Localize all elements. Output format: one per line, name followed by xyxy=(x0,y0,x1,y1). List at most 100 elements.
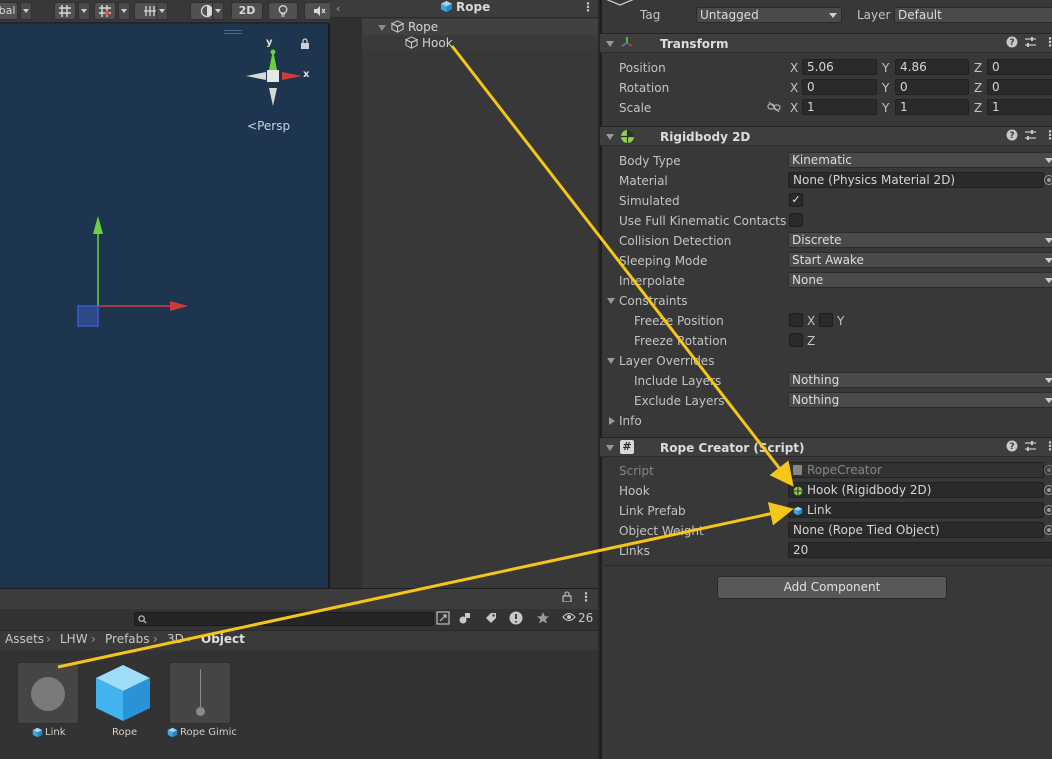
hidden-eye-icon[interactable] xyxy=(562,611,576,626)
fold-down-icon[interactable] xyxy=(606,445,614,451)
help-icon[interactable]: ? xyxy=(1006,129,1018,144)
rotation-y-field[interactable]: 0 xyxy=(895,79,969,95)
object-picker-icon[interactable] xyxy=(1044,485,1052,495)
axis-y-label: Y xyxy=(882,81,890,95)
chevron-down-icon xyxy=(1045,398,1052,403)
position-x-field[interactable]: 5.06 xyxy=(802,59,877,75)
fold-right-icon[interactable] xyxy=(609,417,615,425)
hierarchy-item-hook[interactable] xyxy=(362,35,598,51)
simulated-checkbox[interactable]: ✓ xyxy=(789,193,803,207)
object-picker-icon[interactable] xyxy=(1044,525,1052,535)
freeze-position-label: Freeze Position xyxy=(634,314,724,328)
lock-icon[interactable] xyxy=(562,591,572,605)
gameobject-cube-icon xyxy=(390,20,405,36)
chevron-down-icon[interactable] xyxy=(78,2,90,20)
presets-icon[interactable] xyxy=(1024,440,1037,455)
projection-toggle[interactable]: <Persp xyxy=(247,119,290,133)
asset-link[interactable] xyxy=(17,662,79,724)
chevron-down-icon[interactable] xyxy=(20,2,32,20)
component-menu-icon[interactable]: ⋮ xyxy=(1044,439,1052,453)
interpolate-dropdown[interactable]: None xyxy=(788,272,1052,288)
lighting-toggle[interactable] xyxy=(268,2,298,20)
add-component-button[interactable]: Add Component xyxy=(717,576,947,599)
layer-dropdown[interactable]: Default xyxy=(894,7,1052,23)
chevron-down-icon[interactable] xyxy=(156,2,168,20)
back-arrow-icon[interactable]: ‹ xyxy=(336,2,340,15)
create-icon[interactable] xyxy=(436,611,450,628)
object-weight-object-field[interactable]: None (Rope Tied Object) xyxy=(788,522,1044,538)
chevron-down-icon[interactable] xyxy=(212,2,224,20)
rotation-x-field[interactable]: 0 xyxy=(802,79,877,95)
constrain-proportions-icon[interactable] xyxy=(767,101,781,116)
asset-rope-gimic[interactable] xyxy=(169,662,231,724)
presets-icon[interactable] xyxy=(1024,129,1037,144)
move-tool-gizmo[interactable] xyxy=(70,212,192,330)
grid-snap-button[interactable] xyxy=(54,2,76,20)
prefab-cube-thumbnail xyxy=(96,665,150,721)
hook-object-field[interactable]: Hook (Rigidbody 2D) xyxy=(788,482,1044,498)
fold-down-icon[interactable] xyxy=(378,25,386,31)
scale-z-field[interactable]: 1 xyxy=(987,99,1052,115)
prefab-icon xyxy=(167,727,178,741)
increment-snap-button[interactable] xyxy=(94,2,116,20)
links-int-field[interactable]: 20 xyxy=(788,542,1052,558)
collision-detection-dropdown[interactable]: Discrete xyxy=(788,232,1052,248)
freeze-position-y-checkbox[interactable] xyxy=(819,313,833,327)
fold-down-icon[interactable] xyxy=(606,134,614,140)
freeze-rotation-z-checkbox[interactable] xyxy=(789,333,803,347)
component-menu-icon[interactable]: ⋮ xyxy=(1044,35,1052,49)
chevron-down-icon xyxy=(829,13,837,18)
breadcrumb-item-current[interactable]: Object xyxy=(201,632,245,646)
project-search-input[interactable] xyxy=(134,612,434,626)
freeze-position-x-checkbox[interactable] xyxy=(789,313,803,327)
2d-mode-toggle[interactable]: 2D xyxy=(231,2,263,20)
fold-down-icon[interactable] xyxy=(607,298,615,304)
pivot-global-toggle[interactable]: bal xyxy=(0,2,18,20)
label-tag-icon[interactable] xyxy=(484,611,498,628)
prefab-icon xyxy=(440,0,453,16)
hook-label: Hook xyxy=(619,484,650,498)
link-prefab-object-field[interactable]: Link xyxy=(788,502,1044,518)
layer-label: Layer xyxy=(857,8,891,22)
asset-rope[interactable] xyxy=(92,662,154,727)
breadcrumb-item[interactable]: LHW xyxy=(60,632,88,646)
breadcrumb-item[interactable]: Prefabs xyxy=(105,632,150,646)
object-picker-icon[interactable] xyxy=(1044,175,1052,185)
scale-label: Scale xyxy=(619,101,652,115)
component-menu-icon[interactable]: ⋮ xyxy=(1044,128,1052,142)
constraints-foldout[interactable]: Constraints xyxy=(619,294,687,308)
body-type-dropdown[interactable]: Kinematic xyxy=(788,152,1052,168)
scene-panel-handle[interactable] xyxy=(224,30,242,34)
object-picker-icon[interactable] xyxy=(1044,505,1052,515)
chevron-down-icon xyxy=(1045,258,1052,263)
exclude-layers-dropdown[interactable]: Nothing xyxy=(788,392,1052,408)
hierarchy-item-label: Rope xyxy=(408,20,439,34)
chevron-down-icon[interactable] xyxy=(118,2,130,20)
rotation-z-field[interactable]: 0 xyxy=(987,79,1052,95)
layer-overrides-foldout[interactable]: Layer Overrides xyxy=(619,354,714,368)
hierarchy-menu-icon[interactable]: ⋮ xyxy=(582,0,594,14)
position-y-field[interactable]: 4.86 xyxy=(895,59,969,75)
position-z-field[interactable]: 0 xyxy=(987,59,1052,75)
presets-icon[interactable] xyxy=(1024,36,1037,51)
breadcrumb-item[interactable]: Assets xyxy=(5,632,44,646)
project-menu-icon[interactable]: ⋮ xyxy=(580,590,592,604)
help-icon[interactable]: ? xyxy=(1006,36,1018,51)
warning-filter-icon[interactable] xyxy=(508,610,524,629)
scale-x-field[interactable]: 1 xyxy=(802,99,877,115)
breadcrumb-item[interactable]: 3D xyxy=(167,632,184,646)
tag-dropdown[interactable]: Untagged xyxy=(696,7,842,23)
fold-down-icon[interactable] xyxy=(606,41,614,47)
filter-type-icon[interactable] xyxy=(458,611,472,628)
fold-down-icon[interactable] xyxy=(607,358,615,364)
full-kinematic-checkbox[interactable] xyxy=(789,213,803,227)
simulated-label: Simulated xyxy=(619,194,680,208)
sleeping-mode-dropdown[interactable]: Start Awake xyxy=(788,252,1052,268)
scale-y-field[interactable]: 1 xyxy=(895,99,969,115)
favorite-star-icon[interactable] xyxy=(536,611,550,628)
info-foldout[interactable]: Info xyxy=(619,414,642,428)
include-layers-dropdown[interactable]: Nothing xyxy=(788,372,1052,388)
object-picker-icon xyxy=(1044,465,1052,475)
help-icon[interactable]: ? xyxy=(1006,440,1018,455)
material-object-field[interactable]: None (Physics Material 2D) xyxy=(788,172,1044,188)
